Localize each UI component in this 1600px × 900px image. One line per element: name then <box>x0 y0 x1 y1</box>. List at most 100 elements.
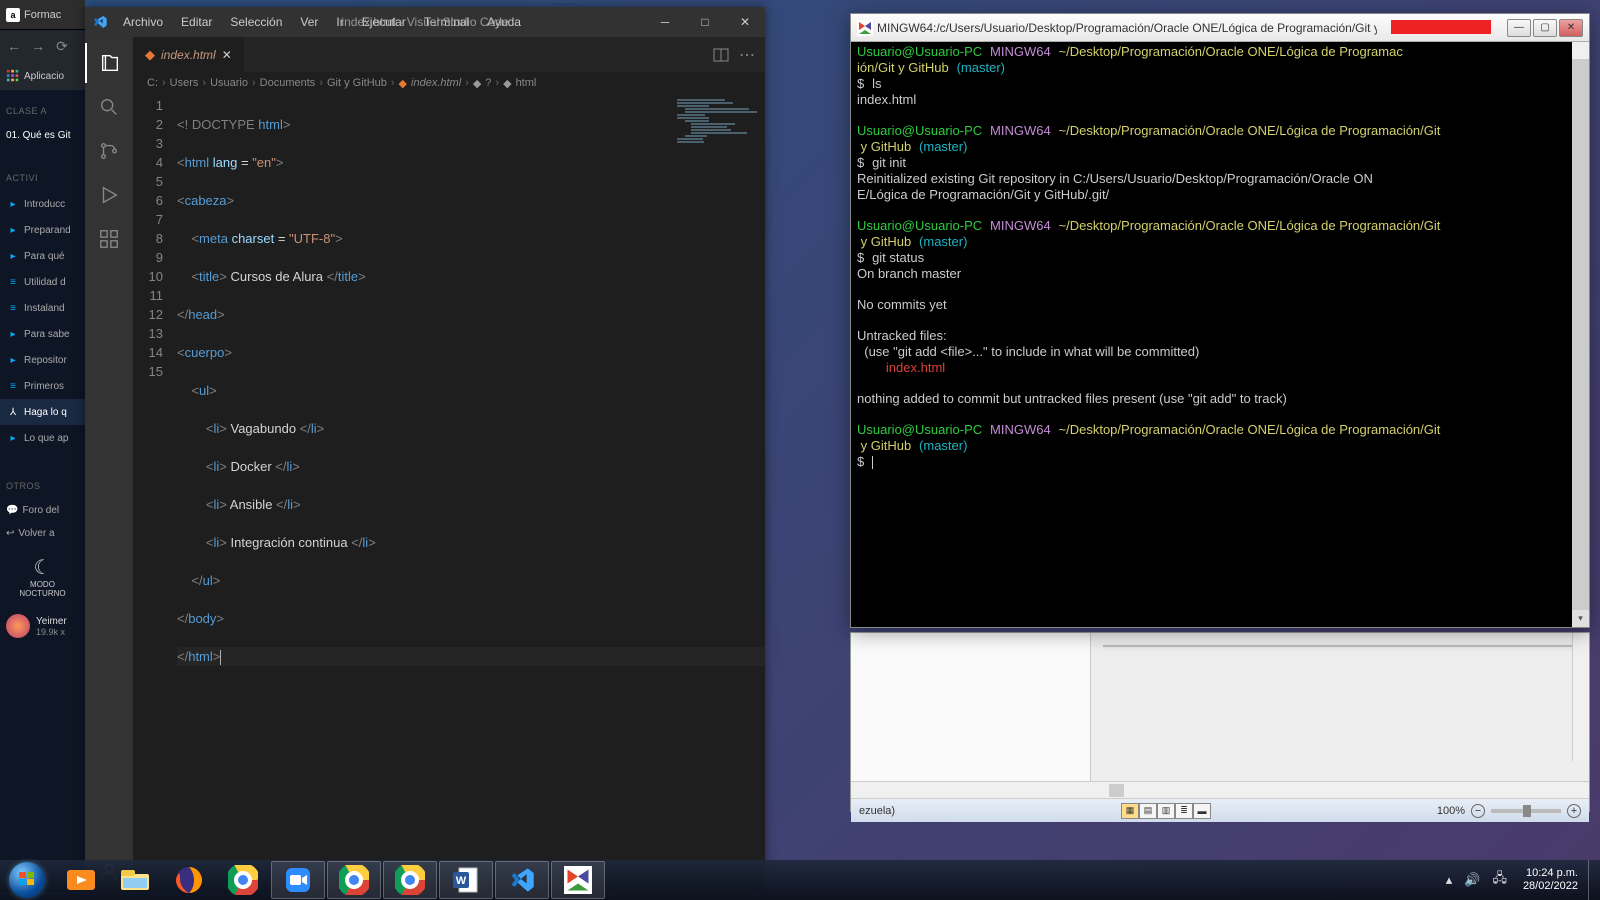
word-nav-pane[interactable] <box>851 633 1091 781</box>
vscode-logo-icon <box>85 14 115 30</box>
word-h-scrollbar[interactable] <box>851 781 1589 798</box>
word-body <box>851 633 1589 781</box>
word-v-scrollbar[interactable] <box>1572 633 1589 761</box>
terminal-body[interactable]: Usuario@Usuario-PC MINGW64 ~/Desktop/Pro… <box>851 42 1589 627</box>
zoom-out-button[interactable]: − <box>1471 804 1485 818</box>
start-button[interactable] <box>0 860 54 900</box>
extensions-icon[interactable] <box>85 219 133 259</box>
clock[interactable]: 10:24 p.m. 28/02/2022 <box>1513 867 1588 893</box>
lesson-item-intro[interactable]: ▸Introducc <box>0 191 85 217</box>
system-tray: ▴ 🔊 🖧 10:24 p.m. 28/02/2022 <box>1440 860 1600 900</box>
search-icon[interactable] <box>85 87 133 127</box>
maximize-button[interactable]: □ <box>685 7 725 37</box>
zoom-slider[interactable] <box>1491 809 1561 813</box>
apps-grid-icon[interactable] <box>6 69 20 83</box>
debug-icon[interactable] <box>85 175 133 215</box>
back-arrow-icon: ↩ <box>6 528 14 539</box>
svg-text:W: W <box>456 875 467 887</box>
tray-overflow-icon[interactable]: ▴ <box>1440 872 1459 888</box>
zoom-level[interactable]: 100% <box>1437 805 1465 817</box>
scroll-down-button[interactable]: ▾ <box>1572 610 1589 627</box>
user-profile[interactable]: Yeimer 19.9k x <box>0 608 85 644</box>
forward-button[interactable]: → <box>28 36 48 56</box>
breadcrumb[interactable]: C:› Users› Usuario› Documents› Git y Git… <box>133 72 765 94</box>
title-redacted-bar <box>1391 20 1491 34</box>
reload-button[interactable]: ⟳ <box>52 36 72 56</box>
explorer-icon[interactable] <box>85 43 133 83</box>
show-desktop-button[interactable] <box>1588 860 1600 900</box>
git-titlebar[interactable]: MINGW64:/c/Users/Usuario/Desktop/Program… <box>851 14 1589 42</box>
section-activity: ACTIVI <box>0 165 85 191</box>
forum-link[interactable]: 💬Foro del <box>0 499 85 522</box>
git-window-title: MINGW64:/c/Users/Usuario/Desktop/Program… <box>877 21 1377 35</box>
firefox-icon[interactable] <box>162 861 216 899</box>
media-player-icon[interactable] <box>54 861 108 899</box>
lesson-item-sabe[interactable]: ▸Para sabe <box>0 321 85 347</box>
more-actions-icon[interactable]: ⋯ <box>739 45 755 65</box>
view-draft-icon[interactable]: ▬ <box>1193 803 1211 819</box>
source-control-icon[interactable] <box>85 131 133 171</box>
close-button[interactable]: ✕ <box>1559 19 1583 37</box>
current-lesson[interactable]: 01. Qué es Git <box>0 124 85 147</box>
menu-editar[interactable]: Editar <box>173 11 220 33</box>
list-icon: ≡ <box>6 301 20 315</box>
tab-filename: index.html <box>161 48 216 62</box>
view-print-layout-icon[interactable]: ▦ <box>1121 803 1139 819</box>
terminal-scrollbar[interactable]: ▴ ▾ <box>1572 42 1589 627</box>
menu-archivo[interactable]: Archivo <box>115 11 171 33</box>
avatar <box>6 614 30 638</box>
back-link[interactable]: ↩Volver a <box>0 522 85 545</box>
vscode-taskbar-icon[interactable] <box>495 861 549 899</box>
chrome-running2-icon[interactable] <box>383 861 437 899</box>
browser-tab[interactable]: a Formac <box>0 0 85 30</box>
lesson-item-repo[interactable]: ▸Repositor <box>0 347 85 373</box>
browser-tab-title: Formac <box>24 9 61 21</box>
word-page[interactable] <box>1103 645 1577 647</box>
lesson-item-paraque[interactable]: ▸Para qué <box>0 243 85 269</box>
list-icon: ≡ <box>6 379 20 393</box>
maximize-button[interactable]: ▢ <box>1533 19 1557 37</box>
tab-index-html[interactable]: ◆ index.html ✕ <box>133 37 244 72</box>
word-language[interactable]: ezuela) <box>859 805 895 817</box>
word-window: ezuela) ▦ ▤ ▥ ≣ ▬ 100% − + <box>850 632 1590 812</box>
split-editor-icon[interactable] <box>713 47 729 63</box>
scroll-thumb[interactable] <box>1572 59 1589 610</box>
lesson-item-install[interactable]: ≡Instaland <box>0 295 85 321</box>
git-bash-window: MINGW64:/c/Users/Usuario/Desktop/Program… <box>850 13 1590 628</box>
back-button[interactable]: ← <box>4 36 24 56</box>
vscode-titlebar[interactable]: Archivo Editar Selección Ver Ir Ejecutar… <box>85 7 765 37</box>
vscode-window: Archivo Editar Selección Ver Ir Ejecutar… <box>85 7 765 892</box>
browser-nav: ← → ⟳ <box>0 30 85 62</box>
chrome-running-icon[interactable] <box>327 861 381 899</box>
word-icon[interactable]: W <box>439 861 493 899</box>
close-button[interactable]: ✕ <box>725 7 765 37</box>
zoom-icon[interactable] <box>271 861 325 899</box>
zoom-in-button[interactable]: + <box>1567 804 1581 818</box>
lesson-item-primeros[interactable]: ≡Primeros <box>0 373 85 399</box>
night-mode-toggle[interactable]: ☾ MODO NOCTURNO <box>0 545 85 608</box>
file-explorer-icon[interactable] <box>108 861 162 899</box>
chrome-icon[interactable] <box>216 861 270 899</box>
view-outline-icon[interactable]: ≣ <box>1175 803 1193 819</box>
menu-ver[interactable]: Ver <box>292 11 326 33</box>
menu-seleccion[interactable]: Selección <box>222 11 290 33</box>
minimize-button[interactable]: — <box>1507 19 1531 37</box>
minimize-button[interactable]: ─ <box>645 7 685 37</box>
view-web-icon[interactable]: ▥ <box>1157 803 1175 819</box>
word-statusbar: ezuela) ▦ ▤ ▥ ≣ ▬ 100% − + <box>851 798 1589 822</box>
lesson-item-loque[interactable]: ▸Lo que ap <box>0 425 85 451</box>
code-editor[interactable]: 123456789101112131415 <! DOCTYPE html> <… <box>133 94 765 892</box>
play-icon: ▸ <box>6 327 20 341</box>
lesson-item-haga[interactable]: ⅄Haga lo q <box>0 399 85 425</box>
close-tab-icon[interactable]: ✕ <box>222 48 232 62</box>
git-bash-taskbar-icon[interactable] <box>551 861 605 899</box>
lesson-item-util[interactable]: ≡Utilidad d <box>0 269 85 295</box>
apps-label[interactable]: Aplicacio <box>24 71 64 82</box>
play-icon: ▸ <box>6 223 20 237</box>
code-content[interactable]: <! DOCTYPE html> <html lang = "en"> <cab… <box>177 94 765 892</box>
network-icon[interactable]: 🖧 <box>1486 869 1513 891</box>
lesson-item-prep[interactable]: ▸Preparand <box>0 217 85 243</box>
minimap[interactable] <box>677 98 757 138</box>
volume-icon[interactable]: 🔊 <box>1458 872 1486 888</box>
view-read-icon[interactable]: ▤ <box>1139 803 1157 819</box>
